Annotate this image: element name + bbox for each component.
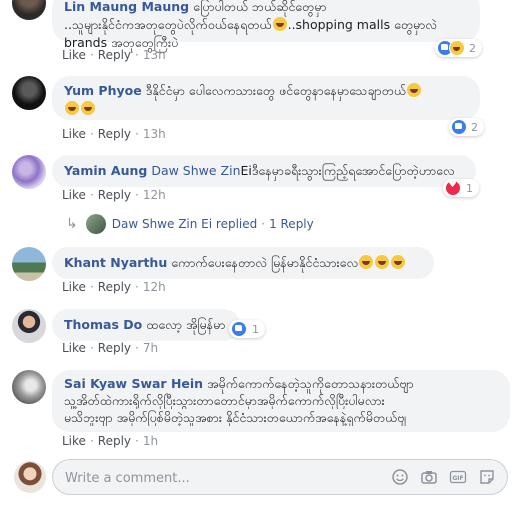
reply-arrow-icon: ↳: [66, 216, 78, 232]
comment-bubble: Sai Kyaw Swar Hein အမိုက်ကောက်နေတဲ့သူကိုတ…: [52, 370, 510, 432]
comment-text: ထလော့ အိုမြန်မာ: [146, 317, 226, 332]
comment-text: Eiဒီနေမှာခရီးသွားကြည့်ရအောင်ပြောတဲ့ဟာလေ: [240, 163, 455, 178]
reply-button[interactable]: Reply: [98, 48, 131, 62]
reply-button[interactable]: Reply: [98, 280, 131, 294]
reaction-count: 2: [469, 41, 476, 55]
avatar[interactable]: [12, 0, 46, 20]
reply-count[interactable]: 1 Reply: [269, 217, 314, 231]
comment-time[interactable]: 12h: [143, 188, 166, 202]
laughing-emoji-icon: [272, 17, 287, 31]
comment-actions: Like · Reply · 12h: [62, 280, 166, 294]
laughing-emoji-icon: [375, 255, 390, 269]
comment-author[interactable]: Lin Maung Maung: [64, 0, 189, 14]
reply-button[interactable]: Reply: [98, 127, 131, 141]
laughing-emoji-icon: [406, 83, 421, 97]
comment-time[interactable]: 13h: [143, 48, 166, 62]
reply-button[interactable]: Reply: [98, 341, 131, 355]
comment-bubble: Lin Maung Maung ပြောပါတယ် ဘယ်ဆိုင်တွေမှာ …: [52, 0, 480, 50]
gif-icon[interactable]: GIF: [449, 468, 467, 486]
laughing-emoji-icon: [81, 101, 95, 115]
comment-time[interactable]: 13h: [143, 127, 166, 141]
comment-bubble: Yamin Aung Daw Shwe ZinEiဒီနေမှာခရီးသွားက…: [52, 155, 476, 187]
view-replies-link[interactable]: ↳ Daw Shwe Zin Ei replied · 1 Reply: [66, 214, 314, 234]
comment-text: ..သူများနိုင်ငံကအတုတွေပဲလိုက်ဝယ်နေရတယ်: [64, 17, 272, 32]
comment-composer: GIF: [52, 459, 508, 495]
like-button[interactable]: Like: [62, 188, 86, 202]
avatar[interactable]: [12, 76, 46, 110]
sticker-icon[interactable]: [478, 468, 496, 486]
comment-bubble: Khant Nyarthu ကောက်ပေးနေတာလဲ မြန်မာနိုင်င…: [52, 247, 434, 279]
comment-author[interactable]: Khant Nyarthu: [64, 255, 167, 270]
comment-text: မသိဘူးဗျာ အမိုက်ပြစ်မိတဲ့သူအစား နိုင်ငံသ…: [64, 410, 407, 425]
like-button[interactable]: Like: [62, 434, 86, 448]
avatar[interactable]: [12, 247, 46, 281]
emoji-icon[interactable]: [391, 468, 409, 486]
like-reaction-icon: [231, 321, 247, 337]
laughing-emoji-icon: [359, 255, 374, 269]
reaction-summary[interactable]: 2: [435, 39, 482, 57]
love-reaction-icon: [445, 179, 461, 196]
comment-text: ပြောပါတယ် ဘယ်ဆိုင်တွေမှာ: [193, 0, 327, 14]
comment-author[interactable]: Yamin Aung: [64, 163, 147, 178]
camera-icon[interactable]: [420, 468, 438, 486]
current-user-avatar: [14, 461, 46, 493]
avatar[interactable]: [12, 155, 46, 189]
reply-button[interactable]: Reply: [98, 434, 131, 448]
comment-author[interactable]: Thomas Do: [64, 317, 142, 332]
comment-text: ဒီနိုင်ငံမှာ ပေါလေကသားတွေ ဖင်တွေနာနေမှာသ…: [145, 83, 406, 98]
comment-bubble: Yum Phyoe ဒီနိုင်ငံမှာ ပေါလေကသားတွေ ဖင်တွ…: [52, 76, 480, 120]
comment-text: ..shopping malls တွေမှာလဲ: [287, 17, 438, 32]
comment-actions: Like · Reply · 13h: [62, 127, 166, 141]
comment-time[interactable]: 1h: [143, 434, 158, 448]
like-button[interactable]: Like: [62, 127, 86, 141]
comment-actions: Like · Reply · 7h: [62, 341, 159, 355]
comment-bubble: Thomas Do ထလော့ အိုမြန်မာ: [52, 309, 240, 341]
like-button[interactable]: Like: [62, 341, 86, 355]
haha-reaction-icon: [449, 40, 465, 56]
comment-time[interactable]: 7h: [143, 341, 158, 355]
comment-actions: Like · Reply · 13h: [62, 48, 166, 62]
reaction-summary[interactable]: 1: [229, 320, 265, 338]
like-button[interactable]: Like: [62, 48, 86, 62]
comment-input[interactable]: [63, 468, 367, 488]
comment-text: သူ့အိတ်ထဲကားရိုက်လိုပြီးသွားတာတောင်မှာအမ…: [64, 393, 385, 408]
like-reaction-icon: [451, 119, 467, 135]
reaction-summary[interactable]: 2: [449, 118, 484, 136]
comment-text: ကောက်ပေးနေတာလဲ မြန်မာနိုင်ငံသားလေ: [171, 255, 359, 270]
comment-time[interactable]: 12h: [143, 280, 166, 294]
reaction-summary[interactable]: 1: [443, 179, 479, 197]
replier-avatar: [85, 214, 106, 234]
comment-text: အမိုက်ကောက်နေတဲ့သူကိုတောသနားတယ်ဗျာ: [207, 376, 414, 391]
comment-actions: Like · Reply · 1h: [62, 434, 159, 448]
comment-author[interactable]: Sai Kyaw Swar Hein: [64, 376, 203, 391]
reaction-count: 1: [466, 181, 473, 195]
reply-button[interactable]: Reply: [98, 188, 131, 202]
avatar[interactable]: [12, 370, 46, 404]
laughing-emoji-icon: [65, 101, 79, 115]
comment-actions: Like · Reply · 12h: [62, 188, 166, 202]
svg-text:GIF: GIF: [452, 475, 463, 482]
reaction-count: 2: [471, 120, 478, 134]
avatar[interactable]: [12, 309, 46, 343]
comment-author[interactable]: Yum Phyoe: [64, 83, 142, 98]
replier-name[interactable]: Daw Shwe Zin Ei replied: [112, 217, 258, 231]
reaction-count: 1: [252, 322, 259, 336]
tagged-person-link[interactable]: Daw Shwe Zin: [151, 163, 240, 178]
laughing-emoji-icon: [391, 255, 406, 269]
like-button[interactable]: Like: [62, 280, 86, 294]
